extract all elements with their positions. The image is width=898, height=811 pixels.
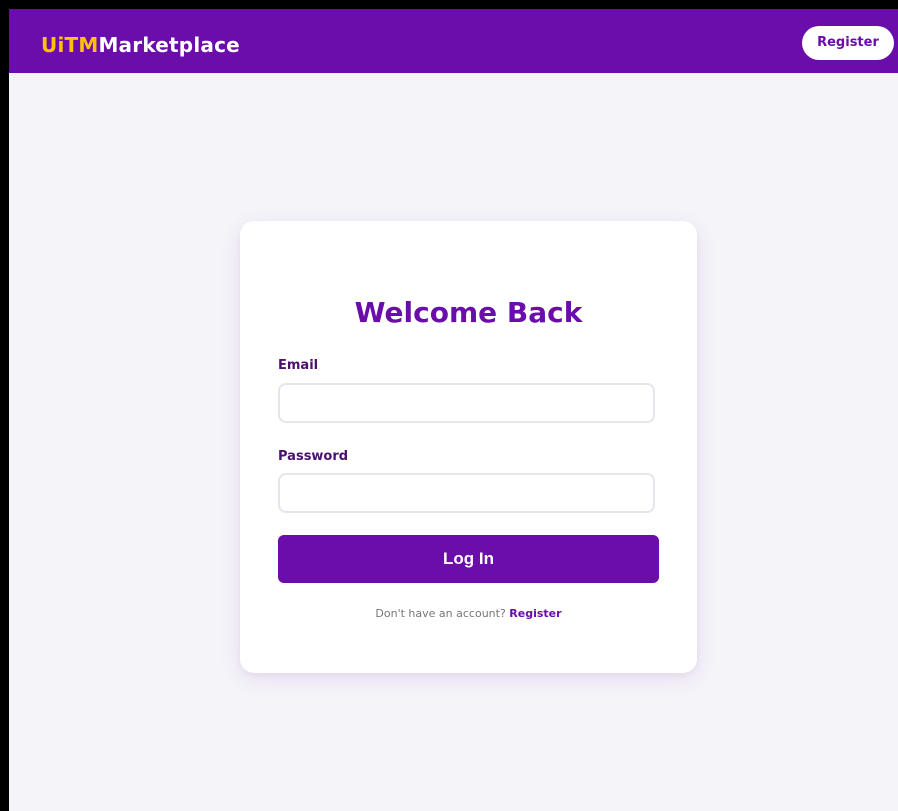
brand-main-text: Marketplace: [98, 33, 240, 57]
email-field[interactable]: [278, 383, 655, 423]
login-title: Welcome Back: [354, 296, 583, 329]
signup-prompt-row: Don't have an account? Register: [240, 606, 697, 622]
email-label: Email: [278, 358, 319, 373]
register-link[interactable]: Register: [509, 607, 561, 620]
brand-accent-text: UiTM: [41, 33, 99, 57]
app-window: UiTMMarketplace Register Welcome Back Em…: [9, 9, 898, 811]
signup-prompt-text: Don't have an account?: [375, 607, 506, 620]
top-navbar: UiTMMarketplace Register: [9, 9, 898, 73]
header-register-button[interactable]: Register: [802, 26, 894, 60]
password-label: Password: [278, 449, 349, 464]
brand-logo[interactable]: UiTMMarketplace: [41, 31, 240, 59]
login-card: Welcome Back Email Password Log In Don't…: [240, 221, 697, 673]
password-field[interactable]: [278, 473, 655, 513]
login-button[interactable]: Log In: [278, 535, 659, 583]
